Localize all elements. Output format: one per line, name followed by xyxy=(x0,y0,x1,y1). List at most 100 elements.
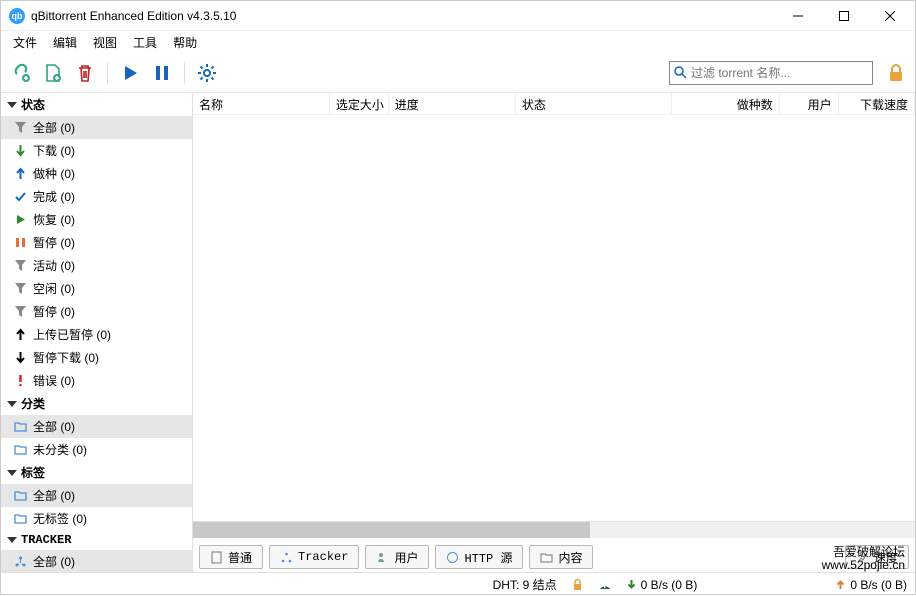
play-icon xyxy=(13,213,27,227)
status-dht[interactable]: DHT: 9 结点 xyxy=(493,576,557,593)
arrow-up-solid-icon xyxy=(13,328,27,342)
folder-icon xyxy=(540,551,553,564)
sidebar-status-download-paused[interactable]: 暂停下载 (0) xyxy=(1,346,192,369)
arrow-down-icon xyxy=(626,579,637,590)
sidebar-head-tracker[interactable]: TRACKER xyxy=(1,530,192,550)
content-area: 名称 选定大小 进度 状态 做种数 用户 下载速度 普通 Tracker 用户 … xyxy=(193,93,915,572)
col-status[interactable]: 状态 xyxy=(516,93,672,114)
error-icon xyxy=(13,374,27,388)
sidebar-status-active[interactable]: 活动 (0) xyxy=(1,254,192,277)
col-peers[interactable]: 用户 xyxy=(780,93,839,114)
detail-tabs: 普通 Tracker 用户 HTTP 源 内容 速度 xyxy=(193,542,915,572)
status-firewall-icon[interactable] xyxy=(571,578,584,591)
search-icon xyxy=(674,66,687,79)
minimize-button[interactable] xyxy=(775,1,821,30)
menu-help[interactable]: 帮助 xyxy=(165,32,205,53)
sidebar-status-all[interactable]: 全部 (0) xyxy=(1,116,192,139)
network-icon xyxy=(280,551,293,564)
sidebar-status-seeding[interactable]: 做种 (0) xyxy=(1,162,192,185)
lock-button[interactable] xyxy=(883,60,909,86)
sidebar-status-resumed[interactable]: 恢复 (0) xyxy=(1,208,192,231)
chart-icon xyxy=(856,551,869,564)
sidebar-status-errored[interactable]: 错误 (0) xyxy=(1,369,192,392)
col-dlspeed[interactable]: 下载速度 xyxy=(839,93,915,114)
chevron-down-icon xyxy=(7,401,17,407)
search-input[interactable] xyxy=(691,66,868,80)
sidebar-status-completed[interactable]: 完成 (0) xyxy=(1,185,192,208)
arrow-down-icon xyxy=(13,144,27,158)
folder-icon xyxy=(13,512,27,526)
toolbar-separator xyxy=(107,62,108,84)
pause-button[interactable] xyxy=(148,59,176,87)
doc-icon xyxy=(210,551,223,564)
sidebar-head-status[interactable]: 状态 xyxy=(1,93,192,116)
network-icon xyxy=(13,555,27,569)
sidebar-status-paused[interactable]: 暂停 (0) xyxy=(1,231,192,254)
funnel-icon xyxy=(13,121,27,135)
globe-icon xyxy=(446,551,459,564)
sidebar-category-uncategorized[interactable]: 未分类 (0) xyxy=(1,438,192,461)
horizontal-scrollbar[interactable] xyxy=(193,522,915,538)
delete-button[interactable] xyxy=(71,59,99,87)
tab-speed[interactable]: 速度 xyxy=(845,545,909,569)
menu-tools[interactable]: 工具 xyxy=(125,32,165,53)
settings-button[interactable] xyxy=(193,59,221,87)
users-icon xyxy=(376,551,389,564)
funnel-icon xyxy=(13,259,27,273)
col-seeds[interactable]: 做种数 xyxy=(672,93,780,114)
menu-bar: 文件 编辑 视图 工具 帮助 xyxy=(1,31,915,53)
tab-http[interactable]: HTTP 源 xyxy=(435,545,523,569)
col-size[interactable]: 选定大小 xyxy=(330,93,389,114)
menu-view[interactable]: 视图 xyxy=(85,32,125,53)
maximize-button[interactable] xyxy=(821,1,867,30)
sidebar-status-download[interactable]: 下载 (0) xyxy=(1,139,192,162)
status-upload[interactable]: 0 B/s (0 B) xyxy=(835,578,907,592)
sidebar[interactable]: 状态 全部 (0) 下载 (0) 做种 (0) 完成 (0) 恢复 (0) 暂停… xyxy=(1,93,193,572)
add-link-button[interactable] xyxy=(7,59,35,87)
window-title: qBittorrent Enhanced Edition v4.3.5.10 xyxy=(31,9,775,23)
sidebar-head-category[interactable]: 分类 xyxy=(1,392,192,415)
sidebar-head-tags[interactable]: 标签 xyxy=(1,461,192,484)
chevron-down-icon xyxy=(7,537,17,543)
pause-icon xyxy=(13,236,27,250)
status-speed-limit-icon[interactable] xyxy=(598,578,612,592)
resume-button[interactable] xyxy=(116,59,144,87)
sidebar-status-upload-paused[interactable]: 上传已暂停 (0) xyxy=(1,323,192,346)
menu-file[interactable]: 文件 xyxy=(5,32,45,53)
funnel-icon xyxy=(13,305,27,319)
tab-general[interactable]: 普通 xyxy=(199,545,263,569)
arrow-up-icon xyxy=(835,579,846,590)
tab-content[interactable]: 内容 xyxy=(529,545,593,569)
sidebar-status-inactive[interactable]: 空闲 (0) xyxy=(1,277,192,300)
col-progress[interactable]: 进度 xyxy=(389,93,516,114)
toolbar xyxy=(1,53,915,93)
app-logo-icon: qb xyxy=(9,8,25,24)
torrent-table[interactable]: 名称 选定大小 进度 状态 做种数 用户 下载速度 xyxy=(193,93,915,522)
tab-tracker[interactable]: Tracker xyxy=(269,545,359,569)
chevron-down-icon xyxy=(7,102,17,108)
search-box[interactable] xyxy=(669,61,873,85)
folder-icon xyxy=(13,443,27,457)
toolbar-separator xyxy=(184,62,185,84)
menu-edit[interactable]: 编辑 xyxy=(45,32,85,53)
status-download[interactable]: 0 B/s (0 B) xyxy=(626,578,698,592)
tab-peers[interactable]: 用户 xyxy=(365,545,429,569)
col-name[interactable]: 名称 xyxy=(193,93,330,114)
add-file-button[interactable] xyxy=(39,59,67,87)
chevron-down-icon xyxy=(7,470,17,476)
table-header[interactable]: 名称 选定大小 进度 状态 做种数 用户 下载速度 xyxy=(193,93,915,115)
sidebar-status-stalled[interactable]: 暂停 (0) xyxy=(1,300,192,323)
scrollbar-thumb[interactable] xyxy=(193,522,590,538)
sidebar-tracker-all[interactable]: 全部 (0) xyxy=(1,550,192,572)
sidebar-tag-untagged[interactable]: 无标签 (0) xyxy=(1,507,192,530)
check-icon xyxy=(13,190,27,204)
sidebar-category-all[interactable]: 全部 (0) xyxy=(1,415,192,438)
funnel-icon xyxy=(13,282,27,296)
sidebar-tag-all[interactable]: 全部 (0) xyxy=(1,484,192,507)
arrow-down-solid-icon xyxy=(13,351,27,365)
title-bar: qb qBittorrent Enhanced Edition v4.3.5.1… xyxy=(1,1,915,31)
close-button[interactable] xyxy=(867,1,913,30)
folder-icon xyxy=(13,420,27,434)
status-bar: DHT: 9 结点 0 B/s (0 B) 0 B/s (0 B) xyxy=(1,572,915,596)
arrow-up-icon xyxy=(13,167,27,181)
